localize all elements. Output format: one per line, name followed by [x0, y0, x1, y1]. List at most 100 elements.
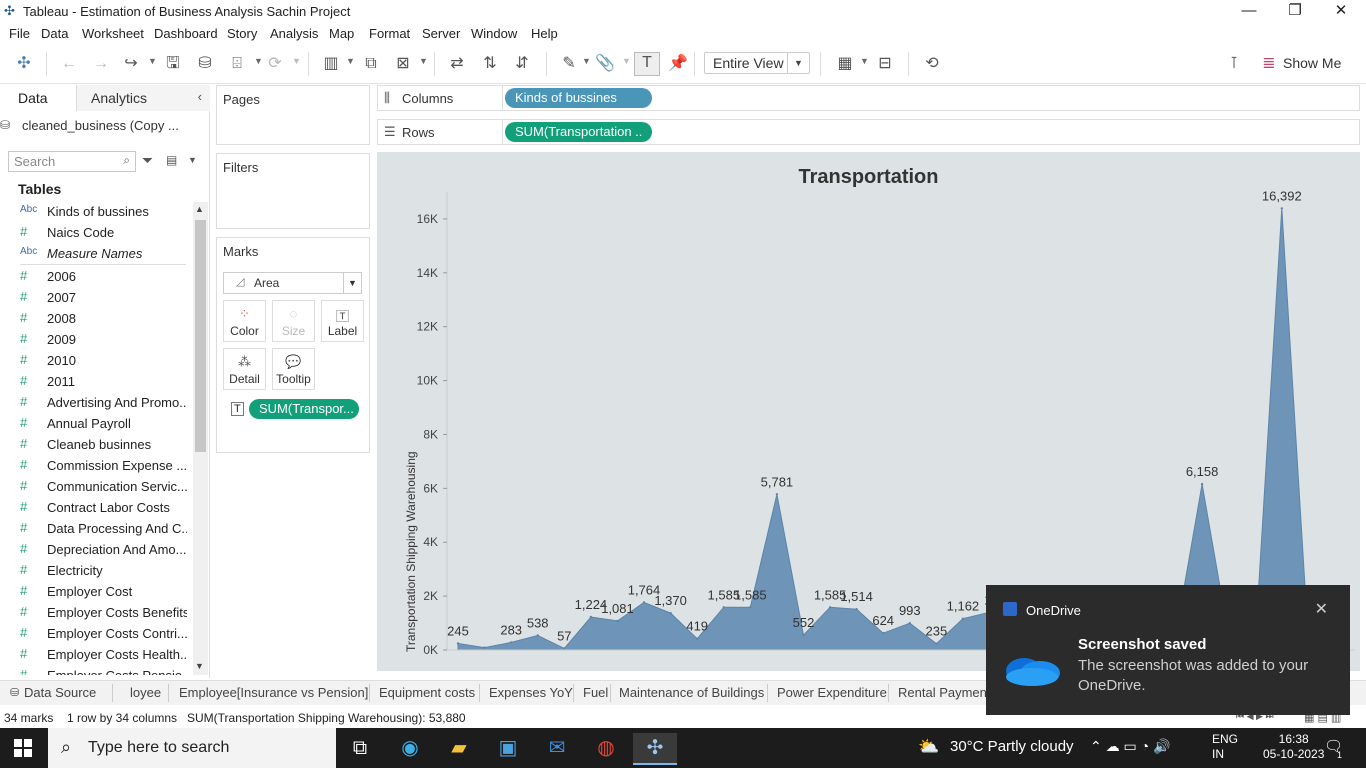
restore-button[interactable]: ❐: [1272, 0, 1318, 24]
menu-analysis[interactable]: Analysis: [270, 26, 318, 41]
menu-map[interactable]: Map: [329, 26, 354, 41]
menu-server[interactable]: Server: [422, 26, 460, 41]
field-item[interactable]: # Employer Costs Pensio...: [0, 666, 192, 675]
redo-icon[interactable]: →: [90, 54, 112, 74]
field-item[interactable]: # Data Processing And C...: [0, 519, 192, 540]
field-item[interactable]: Abc Kinds of bussines: [0, 202, 192, 223]
menu-worksheet[interactable]: Worksheet: [82, 26, 144, 41]
new-datasource-icon[interactable]: ⛁: [194, 54, 216, 74]
tab-employee-insurance-vs-pension[interactable]: Employee[Insurance vs Pension]: [179, 685, 368, 700]
menu-dashboard[interactable]: Dashboard: [154, 26, 218, 41]
language-indicator[interactable]: ENG IN: [1212, 732, 1238, 762]
save-icon[interactable]: 🖫: [162, 54, 184, 74]
field-item[interactable]: # Employer Cost: [0, 582, 192, 603]
scroll-up-icon[interactable]: ▲: [195, 204, 204, 214]
microsoft-store-icon[interactable]: ▣: [486, 733, 530, 765]
color-button[interactable]: ⁘ Color: [223, 300, 266, 342]
show-me-icon[interactable]: ≣: [1258, 54, 1280, 74]
tab-employee[interactable]: loyee: [130, 685, 161, 700]
taskbar-search-input[interactable]: ⌕ Type here to search: [48, 728, 336, 768]
menu-story[interactable]: Story: [227, 26, 257, 41]
field-item[interactable]: # Contract Labor Costs: [0, 498, 192, 519]
detail-button[interactable]: ⁂ Detail: [223, 348, 266, 390]
close-icon[interactable]: ✕: [1315, 599, 1328, 619]
filter-icon[interactable]: ⏷: [142, 152, 153, 169]
datasource-item[interactable]: ⛁ cleaned_business (Copy ...: [0, 118, 179, 133]
collapse-pane-icon[interactable]: ‹: [198, 89, 202, 104]
search-input[interactable]: Search ⌕: [8, 151, 136, 172]
clock[interactable]: 16:38 05-10-2023: [1263, 732, 1324, 762]
menu-help[interactable]: Help: [531, 26, 558, 41]
group-caret-icon[interactable]: ▼: [622, 56, 631, 66]
view-options-caret-icon[interactable]: ▼: [188, 155, 197, 165]
weather-text[interactable]: 30°C Partly cloudy: [950, 738, 1074, 755]
tab-data-source[interactable]: Data Source: [24, 685, 96, 700]
tab-fuel[interactable]: Fuel: [583, 685, 608, 700]
menu-data[interactable]: Data: [41, 26, 68, 41]
system-tray-icons[interactable]: ⌃ ☁ ▭ ◔ 🔊: [1090, 738, 1170, 755]
new-sheet-caret-icon[interactable]: ▼: [346, 56, 355, 66]
mail-icon[interactable]: ✉: [535, 733, 579, 765]
highlight-icon[interactable]: ✎: [558, 54, 580, 74]
field-item[interactable]: # Annual Payroll: [0, 414, 192, 435]
fix-axes-icon[interactable]: 📌: [667, 54, 689, 74]
tab-maintenance-of-buildings[interactable]: Maintenance of Buildings: [619, 685, 764, 700]
field-item[interactable]: # Commission Expense ...: [0, 456, 192, 477]
group-members-icon[interactable]: 📎: [594, 54, 616, 74]
size-button[interactable]: ◌ Size: [272, 300, 315, 342]
tab-equipment-costs[interactable]: Equipment costs: [379, 685, 475, 700]
file-explorer-icon[interactable]: ▰: [437, 733, 481, 765]
field-item[interactable]: # Employer Costs Health...: [0, 645, 192, 666]
task-view-icon[interactable]: ⧉: [338, 733, 382, 765]
tableau-home-icon[interactable]: ✣: [13, 54, 35, 74]
field-item[interactable]: # Naics Code: [0, 223, 192, 244]
marks-field-pill[interactable]: SUM(Transpor...: [249, 399, 359, 419]
menu-window[interactable]: Window: [471, 26, 517, 41]
rows-pill[interactable]: SUM(Transportation ..: [505, 122, 652, 142]
field-item[interactable]: #2008: [0, 309, 192, 330]
scroll-down-icon[interactable]: ▼: [195, 661, 204, 671]
show-me-button[interactable]: Show Me: [1283, 55, 1341, 71]
windows-start-icon[interactable]: [14, 739, 32, 757]
tab-analytics[interactable]: Analytics: [76, 85, 210, 111]
tab-data[interactable]: Data: [0, 85, 76, 111]
field-item[interactable]: #2010: [0, 351, 192, 372]
onedrive-notification[interactable]: OneDrive ✕ Screenshot saved The screensh…: [986, 585, 1350, 715]
presentation-mode-icon[interactable]: ⊟: [874, 54, 896, 74]
pause-updates-icon[interactable]: ⌹: [226, 54, 248, 74]
tab-expenses-yoy[interactable]: Expenses YoY: [489, 685, 573, 700]
show-cards-icon[interactable]: ▦: [834, 54, 856, 74]
field-item[interactable]: #2009: [0, 330, 192, 351]
edge-browser-icon[interactable]: ◉: [388, 733, 432, 765]
field-item[interactable]: # Communication Servic...: [0, 477, 192, 498]
new-worksheet-icon[interactable]: ▥: [320, 54, 342, 74]
field-item[interactable]: # Electricity: [0, 561, 192, 582]
share-icon[interactable]: ⟲: [921, 54, 943, 74]
sort-descending-icon[interactable]: ⇵: [511, 54, 533, 74]
field-item[interactable]: # Advertising And Promo...: [0, 393, 192, 414]
field-item[interactable]: #2007: [0, 288, 192, 309]
field-item[interactable]: # Cleaneb businnes: [0, 435, 192, 456]
pause-caret-icon[interactable]: ▼: [254, 56, 263, 66]
clear-caret-icon[interactable]: ▼: [419, 56, 428, 66]
refresh-caret-icon[interactable]: ▼: [292, 56, 301, 66]
cards-caret-icon[interactable]: ▼: [860, 56, 869, 66]
replay-icon[interactable]: ↪: [120, 54, 142, 74]
scrollbar-thumb[interactable]: [195, 220, 206, 452]
refresh-icon[interactable]: ⟳: [264, 54, 286, 74]
field-item[interactable]: Abc Measure Names: [0, 244, 192, 265]
highlight-caret-icon[interactable]: ▼: [582, 56, 591, 66]
tooltip-button[interactable]: 💬 Tooltip: [272, 348, 315, 390]
columns-pill[interactable]: Kinds of bussines: [505, 88, 652, 108]
replay-caret-icon[interactable]: ▼: [148, 56, 157, 66]
mark-type-dropdown[interactable]: ◿ Area ▼: [223, 272, 362, 294]
swap-rows-columns-icon[interactable]: ⇄: [446, 54, 468, 74]
tableau-app-icon[interactable]: ✣: [633, 733, 677, 765]
field-item[interactable]: #2011: [0, 372, 192, 393]
close-window-button[interactable]: ✕: [1318, 0, 1364, 24]
field-item[interactable]: # Depreciation And Amo...: [0, 540, 192, 561]
undo-icon[interactable]: ←: [58, 54, 80, 74]
field-item[interactable]: # Employer Costs Contri...: [0, 624, 192, 645]
sort-ascending-icon[interactable]: ⇅: [479, 54, 501, 74]
duplicate-sheet-icon[interactable]: ⧉: [360, 54, 382, 74]
